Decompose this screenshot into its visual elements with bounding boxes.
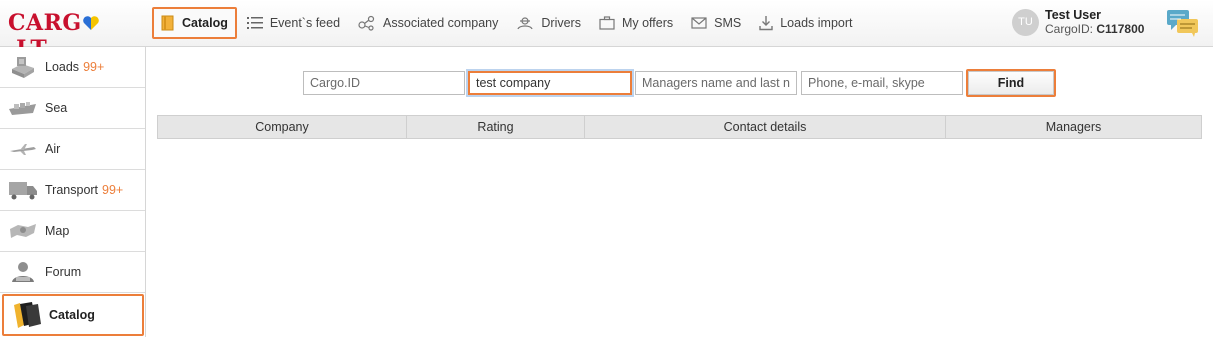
company-input[interactable]: [468, 71, 632, 95]
count-badge: 99+: [102, 183, 124, 197]
download-icon: [759, 16, 773, 31]
nav-events-feed[interactable]: Event`s feed: [239, 7, 348, 39]
sidebar-item-air[interactable]: Air: [0, 129, 145, 170]
nav-label: Loads import: [780, 16, 853, 30]
plane-icon: [8, 136, 38, 162]
share-icon: [358, 15, 375, 31]
truck-icon: [8, 177, 38, 203]
user-name: Test User: [1045, 8, 1102, 22]
sidebar: Loads 99+ Sea Air Transport 99+ Map Forum …: [0, 47, 146, 337]
briefcase-icon: [599, 16, 615, 30]
sidebar-item-catalog[interactable]: Catalog: [2, 294, 144, 336]
top-bar: CARG.LT Catalog Event`s feed Associated …: [0, 0, 1213, 62]
cargo-id: CargoID: C117800: [1045, 22, 1144, 36]
cargo-id-value: C117800: [1096, 22, 1145, 36]
sidebar-item-transport[interactable]: Transport 99+: [0, 170, 145, 211]
nav-catalog[interactable]: Catalog: [152, 7, 237, 39]
catalog-icon: [161, 15, 174, 31]
nav-label: Drivers: [541, 16, 581, 30]
column-header-managers[interactable]: Managers: [946, 116, 1201, 138]
managers-input[interactable]: [635, 71, 797, 95]
sidebar-item-label: Map: [45, 224, 70, 238]
sidebar-item-label: Air: [45, 142, 61, 156]
nav-my-offers[interactable]: My offers: [591, 7, 681, 39]
nav-label: SMS: [714, 16, 742, 30]
nav-label: Event`s feed: [269, 16, 341, 30]
find-button[interactable]: Find: [968, 71, 1054, 95]
sidebar-item-label: Forum: [45, 265, 82, 279]
nav-label: Associated company: [383, 16, 499, 30]
map-icon: [8, 218, 38, 244]
sidebar-item-label: Catalog: [49, 308, 95, 322]
avatar: TU: [1012, 8, 1039, 36]
nav-sms[interactable]: SMS: [683, 7, 749, 39]
contact-input[interactable]: [801, 71, 963, 95]
forum-icon: [8, 259, 38, 285]
cargo-id-label: CargoID:: [1045, 22, 1094, 36]
top-nav: Catalog Event`s feed Associated company …: [152, 6, 863, 40]
envelope-icon: [691, 17, 707, 29]
user-info: Test User CargoID: C117800: [1045, 8, 1144, 36]
loads-icon: [8, 54, 38, 80]
count-badge: 99+: [83, 60, 105, 74]
sidebar-item-sea[interactable]: Sea: [0, 88, 145, 129]
sidebar-item-forum[interactable]: Forum: [0, 252, 145, 293]
sidebar-item-map[interactable]: Map: [0, 211, 145, 252]
cargo-id-input[interactable]: [303, 71, 465, 95]
find-button-wrap: Find: [966, 69, 1056, 97]
list-icon: [246, 17, 263, 29]
results-table-header: Company Rating Contact details Managers: [157, 115, 1202, 139]
user-profile[interactable]: TU Test User CargoID: C117800: [1012, 8, 1144, 36]
column-header-rating[interactable]: Rating: [407, 116, 585, 138]
logo-text-left: CARG: [8, 10, 82, 36]
column-header-contact-details[interactable]: Contact details: [585, 116, 946, 138]
heart-icon: [82, 12, 100, 30]
ship-icon: [8, 95, 38, 121]
nav-associated-company[interactable]: Associated company: [350, 7, 506, 39]
column-header-company[interactable]: Company: [158, 116, 407, 138]
nav-label: My offers: [621, 16, 674, 30]
nav-drivers[interactable]: Drivers: [508, 7, 589, 39]
drivers-icon: [517, 17, 533, 30]
sidebar-item-label: Sea: [45, 101, 68, 115]
sidebar-item-label: Transport: [45, 183, 99, 197]
chat-icon[interactable]: [1166, 8, 1200, 41]
sidebar-item-loads[interactable]: Loads 99+: [0, 47, 145, 88]
nav-loads-import[interactable]: Loads import: [751, 7, 860, 39]
logo[interactable]: CARG.LT: [8, 10, 133, 62]
catalog-books-icon: [12, 302, 42, 328]
nav-label: Catalog: [182, 16, 228, 30]
sidebar-item-label: Loads: [45, 60, 80, 74]
